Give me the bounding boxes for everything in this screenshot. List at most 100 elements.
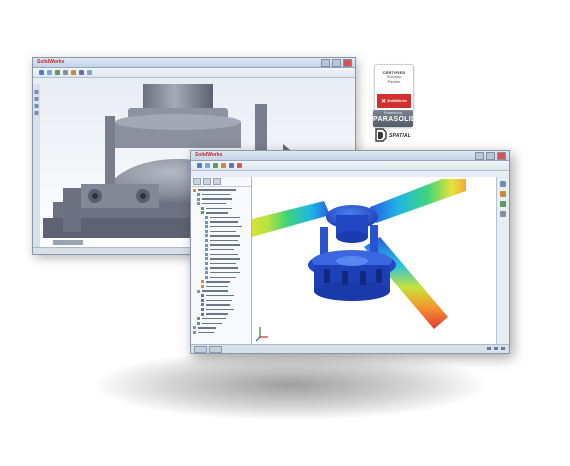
tree-item-icon	[197, 289, 200, 293]
minimize-icon[interactable]	[475, 152, 484, 160]
mesh-icon[interactable]	[229, 163, 234, 168]
maximize-icon[interactable]	[332, 59, 341, 67]
tree-item[interactable]	[193, 202, 251, 206]
open-icon[interactable]	[205, 163, 210, 168]
tree-item-icon	[201, 303, 204, 307]
tree-item[interactable]	[193, 275, 251, 279]
feature-manager-tree[interactable]	[191, 177, 252, 345]
tree-item-label	[210, 253, 238, 255]
parasolid-badge: Powered by PARASOLID	[373, 110, 413, 127]
tab-feature-manager[interactable]	[193, 178, 201, 185]
tree-item-label	[206, 308, 234, 311]
close-icon[interactable]	[343, 59, 352, 67]
resources-icon[interactable]	[500, 181, 506, 187]
tree-item[interactable]	[193, 307, 251, 311]
tree-item[interactable]	[193, 229, 251, 233]
design-library-icon[interactable]	[500, 191, 506, 197]
tree-item-icon	[193, 326, 196, 330]
task-pane-strip	[496, 177, 509, 345]
tree-item[interactable]	[193, 271, 251, 275]
tab-motion-study[interactable]	[209, 346, 222, 353]
tree-item[interactable]	[193, 284, 251, 288]
save-icon[interactable]	[213, 163, 218, 168]
tree-item[interactable]	[193, 326, 251, 330]
tree-item-icon	[205, 243, 208, 247]
save-icon[interactable]	[55, 70, 60, 75]
tree-item[interactable]	[193, 289, 251, 293]
tree-item[interactable]	[193, 239, 251, 243]
solidworks-logo-text: SolidWorks	[387, 99, 407, 103]
tree-item[interactable]	[193, 266, 251, 270]
open-icon[interactable]	[47, 70, 52, 75]
tree-item-icon	[205, 225, 208, 229]
view-palette-icon[interactable]	[500, 211, 506, 217]
tree-item-label	[206, 313, 228, 315]
results-icon[interactable]	[237, 163, 242, 168]
tree-tabs	[191, 177, 251, 187]
tree-item[interactable]	[193, 280, 251, 284]
tree-item-label	[198, 189, 236, 191]
close-icon[interactable]	[497, 152, 506, 160]
tree-item[interactable]	[193, 211, 251, 215]
tree-item[interactable]	[193, 243, 251, 247]
tree-item[interactable]	[193, 220, 251, 224]
undo-icon[interactable]	[71, 70, 76, 75]
tree-item-icon	[201, 280, 204, 284]
tree-item[interactable]	[193, 252, 251, 256]
tree-item[interactable]	[193, 330, 251, 334]
tree-item-label	[210, 230, 236, 233]
tree-item[interactable]	[193, 248, 251, 252]
options-icon[interactable]	[87, 70, 92, 75]
new-doc-icon[interactable]	[39, 70, 44, 75]
tree-item-label	[198, 331, 214, 334]
tree-item[interactable]	[193, 294, 251, 298]
tree-item[interactable]	[193, 234, 251, 238]
tab-property-manager[interactable]	[203, 178, 211, 185]
tree-item-label	[210, 239, 238, 242]
front-simulation-window[interactable]: SolidWorks	[190, 150, 510, 354]
status-indicator-icon	[487, 347, 491, 350]
spatial-logo-icon	[375, 128, 387, 142]
front-window-controls	[475, 152, 506, 160]
front-viewport-simulation[interactable]	[252, 177, 496, 345]
maximize-icon[interactable]	[486, 152, 495, 160]
tree-item[interactable]	[193, 321, 251, 325]
tree-item-icon	[197, 202, 200, 206]
tree-item[interactable]	[193, 216, 251, 220]
tree-item[interactable]	[193, 197, 251, 201]
tree-item-label	[210, 262, 236, 265]
tree-item-label	[202, 322, 222, 324]
minimize-icon[interactable]	[321, 59, 330, 67]
back-window-titlebar[interactable]: SolidWorks	[33, 58, 355, 68]
tree-item-icon	[205, 266, 208, 270]
tree-item[interactable]	[193, 257, 251, 261]
rebuild-icon[interactable]	[79, 70, 84, 75]
tree-item[interactable]	[193, 298, 251, 302]
tree-item[interactable]	[193, 188, 251, 192]
tree-item[interactable]	[193, 262, 251, 266]
tree-item[interactable]	[193, 193, 251, 197]
tree-item[interactable]	[193, 317, 251, 321]
tree-item-icon	[197, 321, 200, 325]
tree-item-icon	[205, 257, 208, 261]
tree-item-label	[210, 258, 240, 260]
print-icon[interactable]	[63, 70, 68, 75]
tree-item[interactable]	[193, 303, 251, 307]
front-window-titlebar[interactable]: SolidWorks	[191, 151, 509, 161]
tree-item-icon	[205, 271, 208, 275]
tree-item-icon	[205, 239, 208, 243]
rotor-stress-plot	[252, 177, 496, 345]
parasolid-name: PARASOLID	[373, 116, 413, 123]
ds-logo-icon: ✕	[381, 98, 387, 105]
tree-item-label	[202, 317, 226, 320]
file-explorer-icon[interactable]	[500, 201, 506, 207]
tree-item-icon	[205, 216, 208, 220]
tree-item-label	[206, 207, 232, 210]
run-study-icon[interactable]	[221, 163, 226, 168]
tab-configuration[interactable]	[213, 178, 221, 185]
tree-item[interactable]	[193, 312, 251, 316]
new-doc-icon[interactable]	[197, 163, 202, 168]
tab-model[interactable]	[194, 346, 207, 353]
tree-item[interactable]	[193, 206, 251, 210]
tree-item[interactable]	[193, 225, 251, 229]
